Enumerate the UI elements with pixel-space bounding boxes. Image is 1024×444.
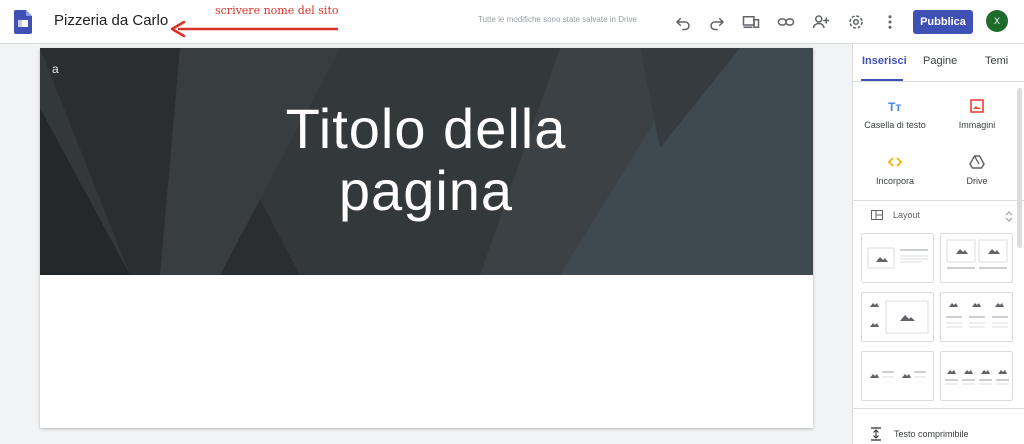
layout-tile-two-images[interactable] [940,233,1013,283]
page-title-line-1: Titolo della [285,97,567,160]
insert-drive-button[interactable]: Drive [937,154,1017,186]
layout-label: Layout [893,210,921,220]
redo-icon[interactable] [707,12,727,32]
insert-text-box-button[interactable]: Tт Casella di testo [855,98,935,130]
insert-item-label: Drive [966,176,988,186]
layout-tile-three-columns[interactable] [940,292,1013,342]
insert-item-label: Incorpora [875,176,915,186]
publish-button[interactable]: Pubblica [913,10,973,34]
undo-icon[interactable] [673,12,693,32]
insert-item-label: Immagini [958,120,996,130]
tab-pagine[interactable]: Pagine [923,55,957,67]
header-small-text[interactable]: a [52,62,59,76]
top-bar: Pizzeria da Carlo scrivere nome del sito… [0,0,1024,44]
collapse-chevron-icon[interactable] [1003,210,1015,222]
settings-gear-icon[interactable] [846,12,866,32]
saved-status: Tutte le modifiche sono state salvate in… [478,15,637,24]
layout-tile-image-grid[interactable] [861,292,934,342]
panel-divider [853,408,1024,409]
site-name-field[interactable]: Pizzeria da Carlo [54,12,168,29]
embed-icon [887,157,903,167]
google-sites-logo-icon[interactable] [14,10,32,34]
drive-icon [969,155,985,169]
insert-embed-button[interactable]: Incorpora [855,154,935,186]
layout-tile-image-text[interactable] [861,233,934,283]
image-icon [970,99,984,113]
link-icon[interactable] [776,12,796,32]
page-title-line-2: pagina [338,159,514,222]
collapsible-text-label: Testo comprimibile [894,429,969,439]
preview-devices-icon[interactable] [741,12,761,32]
annotation-arrow [170,20,338,38]
tab-inserisci[interactable]: Inserisci [862,55,907,67]
side-panel: Inserisci Pagine Temi Tт Casella di test… [852,44,1024,444]
svg-text:Tт: Tт [888,100,901,114]
account-avatar[interactable]: X [986,10,1008,32]
tab-temi[interactable]: Temi [985,55,1008,67]
insert-item-label: Casella di testo [864,120,926,130]
page-canvas[interactable]: a Titolo della pagina [40,48,813,428]
layout-tile-four-columns[interactable] [940,351,1013,401]
insert-collapsible-text-button[interactable]: Testo comprimibile [870,427,969,441]
panel-scrollbar[interactable] [1017,88,1022,248]
layout-section-header[interactable]: Layout [871,210,920,220]
text-box-icon: Tт [888,100,901,114]
layout-icon [871,210,883,220]
annotation-text: scrivere nome del sito [215,4,339,17]
panel-divider [853,200,1024,201]
layout-tile-two-image-text[interactable] [861,351,934,401]
share-add-person-icon[interactable] [811,12,831,32]
panel-tabs: Inserisci Pagine Temi [853,44,1024,82]
insert-images-button[interactable]: Immagini [937,98,1017,130]
collapsible-text-icon [871,427,881,441]
hero-header[interactable]: a Titolo della pagina [40,48,813,275]
active-tab-indicator [861,79,903,81]
page-title[interactable]: Titolo della pagina [226,98,626,222]
more-options-icon[interactable] [880,12,900,32]
